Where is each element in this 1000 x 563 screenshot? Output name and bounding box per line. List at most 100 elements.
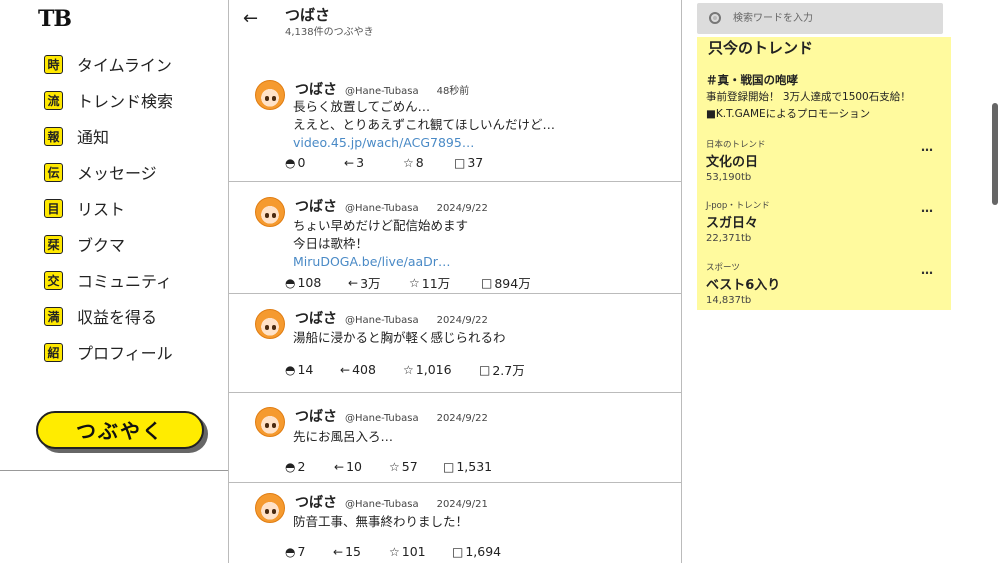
reply-icon: ◓ xyxy=(285,155,296,170)
post-handle[interactable]: @Hane-Tubasa xyxy=(345,86,419,97)
post-timestamp[interactable]: 2024/9/22 xyxy=(437,413,488,424)
trend-item[interactable]: スポーツ ベスト6入り 14,837tb … xyxy=(706,261,942,306)
avatar[interactable] xyxy=(255,407,285,437)
sidebar-item-bookmarks[interactable]: 栞 ブクマ xyxy=(44,226,173,262)
bookmark-icon: 栞 xyxy=(44,234,63,254)
repost-button[interactable]: ← 3万 xyxy=(348,273,409,292)
repost-icon: ← xyxy=(348,275,359,290)
avatar-eye xyxy=(272,509,276,514)
sidebar-item-community[interactable]: 交 コミュニティ xyxy=(44,262,173,298)
sidebar-item-label: コミュニティ xyxy=(77,272,173,291)
post-item[interactable]: つばさ @Hane-Tubasa 48秒前 長らく放置してごめん… ええと、とり… xyxy=(229,72,681,182)
post-item[interactable]: つばさ @Hane-Tubasa 2024/9/21 防音工事、無事終わりました… xyxy=(229,483,681,563)
post-author[interactable]: つばさ xyxy=(295,79,337,99)
post-header: つばさ @Hane-Tubasa 2024/9/21 xyxy=(295,492,488,512)
post-item[interactable]: つばさ @Hane-Tubasa 2024/9/22 先にお風呂入ろ… ◓ 2 ←… xyxy=(229,393,681,483)
post-handle[interactable]: @Hane-Tubasa xyxy=(345,413,419,424)
sidebar-item-profile[interactable]: 紹 プロフィール xyxy=(44,334,173,370)
like-icon: ☆ xyxy=(409,275,420,290)
repost-button[interactable]: ← 10 xyxy=(334,459,389,474)
post-actions: ◓ 108 ← 3万 ☆ 11万 □ 894万 xyxy=(285,273,531,292)
post-item[interactable]: つばさ @Hane-Tubasa 2024/9/22 湯船に浸かると胸が軽く感じ… xyxy=(229,294,681,393)
reply-count: 14 xyxy=(297,362,314,377)
page-scrollbar[interactable] xyxy=(992,103,998,205)
trend-item[interactable]: 日本のトレンド 文化の日 53,190tb … xyxy=(706,138,942,183)
post-author[interactable]: つばさ xyxy=(295,406,337,426)
repost-button[interactable]: ← 3 xyxy=(344,155,403,170)
reply-button[interactable]: ◓ 14 xyxy=(285,360,340,379)
trend-search-icon: 流 xyxy=(44,90,63,110)
post-author[interactable]: つばさ xyxy=(295,492,337,512)
like-button[interactable]: ☆ 101 xyxy=(389,544,452,559)
post-text-line: 湯船に浸かると胸が軽く感じられるわ xyxy=(293,330,506,345)
more-options-icon[interactable]: … xyxy=(921,263,934,277)
repost-button[interactable]: ← 408 xyxy=(340,360,403,379)
post-author[interactable]: つばさ xyxy=(295,308,337,328)
sidebar-nav: 時 タイムライン 流 トレンド検索 報 通知 伝 メッセージ 目 リスト 栞 ブ… xyxy=(44,46,173,370)
view-count: 37 xyxy=(467,155,484,170)
view-count-button[interactable]: □ 1,694 xyxy=(452,544,501,559)
avatar[interactable] xyxy=(255,309,285,339)
message-icon: 伝 xyxy=(44,162,63,182)
avatar[interactable] xyxy=(255,197,285,227)
view-count-button[interactable]: □ 37 xyxy=(454,155,483,170)
promoted-trend-title[interactable]: ＃真・戦国の咆哮 xyxy=(706,72,798,88)
sidebar-item-monetize[interactable]: 満 収益を得る xyxy=(44,298,173,334)
reply-button[interactable]: ◓ 2 xyxy=(285,459,334,474)
post-actions: ◓ 0 ← 3 ☆ 8 □ 37 xyxy=(285,155,483,170)
post-link[interactable]: video.45.jp/wach/ACG7895… xyxy=(293,134,555,152)
like-button[interactable]: ☆ 8 xyxy=(403,155,454,170)
reply-button[interactable]: ◓ 7 xyxy=(285,544,333,559)
post-item[interactable]: つばさ @Hane-Tubasa 2024/9/22 ちょい早めだけど配信始めま… xyxy=(229,182,681,294)
search-input[interactable] xyxy=(733,9,933,27)
like-button[interactable]: ☆ 1,016 xyxy=(403,360,479,379)
back-arrow-icon[interactable]: ← xyxy=(243,8,258,29)
sidebar-item-messages[interactable]: 伝 メッセージ xyxy=(44,154,173,190)
view-count-button[interactable]: □ 2.7万 xyxy=(479,360,525,379)
post-handle[interactable]: @Hane-Tubasa xyxy=(345,315,419,326)
compose-post-button[interactable]: つぶやく xyxy=(36,411,204,449)
view-count-button[interactable]: □ 894万 xyxy=(481,273,531,292)
sidebar-item-notifications[interactable]: 報 通知 xyxy=(44,118,173,154)
trends-title: 只今のトレンド xyxy=(708,39,814,57)
repost-button[interactable]: ← 15 xyxy=(333,544,389,559)
trend-item[interactable]: J-pop・トレンド スガ日々 22,371tb … xyxy=(706,199,942,244)
reply-count: 108 xyxy=(297,275,322,290)
repost-icon: ← xyxy=(333,544,344,559)
reply-button[interactable]: ◓ 0 xyxy=(285,155,344,170)
post-body: 先にお風呂入ろ… xyxy=(293,428,393,446)
post-timestamp[interactable]: 2024/9/22 xyxy=(437,203,488,214)
post-author[interactable]: つばさ xyxy=(295,196,337,216)
avatar-eye xyxy=(272,325,276,330)
sidebar-item-trend-search[interactable]: 流 トレンド検索 xyxy=(44,82,173,118)
like-icon: ☆ xyxy=(403,362,414,377)
reply-button[interactable]: ◓ 108 xyxy=(285,273,348,292)
like-button[interactable]: ☆ 11万 xyxy=(409,273,481,292)
avatar-eye xyxy=(272,213,276,218)
post-handle[interactable]: @Hane-Tubasa xyxy=(345,499,419,510)
list-icon: 目 xyxy=(44,198,63,218)
monetize-icon: 満 xyxy=(44,306,63,326)
post-timestamp[interactable]: 48秒前 xyxy=(437,82,470,97)
avatar[interactable] xyxy=(255,493,285,523)
sidebar-divider xyxy=(0,470,228,471)
sidebar-item-lists[interactable]: 目 リスト xyxy=(44,190,173,226)
avatar[interactable] xyxy=(255,80,285,110)
post-timestamp[interactable]: 2024/9/22 xyxy=(437,315,488,326)
app-logo[interactable]: TB xyxy=(38,6,72,32)
community-icon: 交 xyxy=(44,270,63,290)
post-link[interactable]: MiruDOGA.be/live/aaDr… xyxy=(293,253,468,271)
trend-count: 53,190tb xyxy=(706,172,752,183)
avatar-eye xyxy=(265,213,269,218)
post-handle[interactable]: @Hane-Tubasa xyxy=(345,203,419,214)
like-button[interactable]: ☆ 57 xyxy=(389,459,443,474)
sidebar-item-timeline[interactable]: 時 タイムライン xyxy=(44,46,173,82)
more-options-icon[interactable]: … xyxy=(921,201,934,215)
search-bar[interactable] xyxy=(697,3,943,34)
post-timestamp[interactable]: 2024/9/21 xyxy=(437,499,488,510)
view-count-button[interactable]: □ 1,531 xyxy=(443,459,492,474)
post-header: つばさ @Hane-Tubasa 48秒前 xyxy=(295,79,469,99)
profile-timeline: ← つばさ 4,138件のつぶやき つばさ @Hane-Tubasa 48秒前 … xyxy=(228,0,682,563)
more-options-icon[interactable]: … xyxy=(921,140,934,154)
like-count: 11万 xyxy=(421,276,451,291)
